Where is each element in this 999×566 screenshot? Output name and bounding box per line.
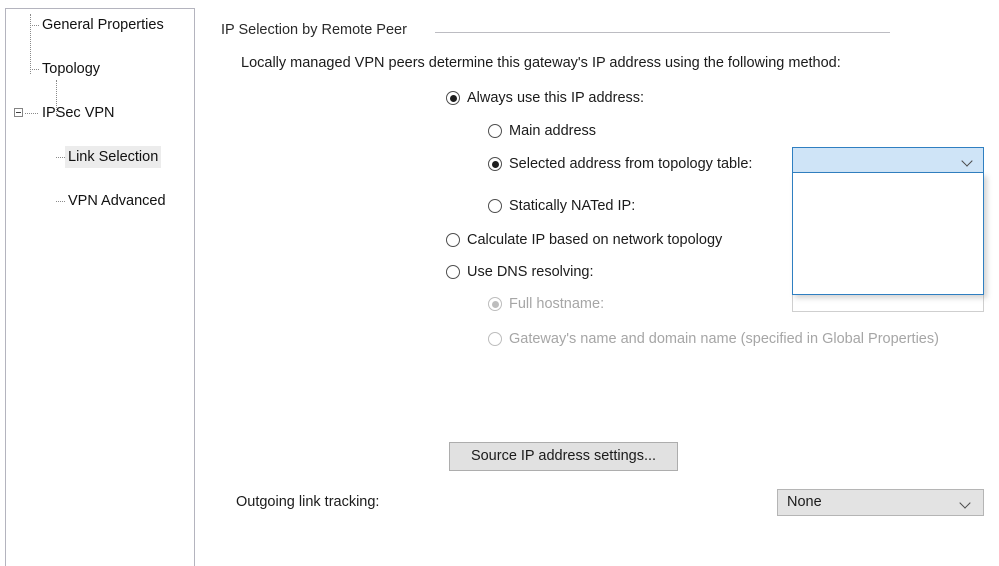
sidebar-item-label: VPN Advanced — [68, 193, 166, 209]
sidebar-item-ipsec-vpn[interactable]: IPSec VPN — [6, 102, 194, 124]
sidebar-item-topology[interactable]: Topology — [6, 58, 194, 80]
radio-indicator — [488, 199, 502, 213]
group-box-rule — [435, 32, 890, 33]
radio-label: Statically NATed IP: — [509, 198, 636, 214]
sidebar-item-label: Link Selection — [65, 146, 162, 168]
collapse-minus-icon[interactable] — [14, 108, 23, 117]
navigation-tree-panel[interactable]: General Properties Topology IPSec VPN Li… — [5, 8, 195, 566]
tree-guide-h — [30, 25, 39, 27]
chevron-down-icon — [961, 498, 972, 509]
radio-label: Main address — [509, 123, 597, 139]
group-box-title: IP Selection by Remote Peer — [221, 22, 415, 38]
radio-calculate-ip-based-on-network-topology[interactable]: Calculate IP based on network topology — [446, 230, 722, 250]
radio-label: Always use this IP address: — [467, 90, 645, 106]
sidebar-item-label: IPSec VPN — [42, 105, 115, 121]
radio-full-hostname: Full hostname: — [488, 294, 604, 314]
tree-guide-h — [25, 113, 38, 115]
sidebar-item-vpn-advanced[interactable]: VPN Advanced — [6, 190, 194, 212]
radio-indicator — [488, 157, 502, 171]
outgoing-link-tracking-value: None — [787, 494, 822, 510]
radio-indicator — [488, 332, 502, 346]
radio-use-dns-resolving[interactable]: Use DNS resolving: — [446, 262, 594, 282]
radio-indicator — [488, 297, 502, 311]
sidebar-item-link-selection[interactable]: Link Selection — [6, 146, 194, 168]
chevron-down-icon — [963, 156, 974, 167]
radio-label: Gateway's name and domain name (specifie… — [509, 331, 939, 347]
navigation-tree: General Properties Topology IPSec VPN Li… — [6, 9, 194, 209]
radio-indicator — [488, 124, 502, 138]
tree-guide-h — [56, 157, 65, 159]
topology-address-combobox[interactable] — [792, 147, 984, 173]
outgoing-link-tracking-label: Outgoing link tracking: — [236, 494, 380, 510]
radio-gateway-name-and-domain-name: Gateway's name and domain name (specifie… — [488, 329, 939, 349]
link-selection-settings-panel: IP Selection by Remote Peer Locally mana… — [196, 0, 999, 566]
radio-label: Calculate IP based on network topology — [467, 232, 723, 248]
radio-indicator — [446, 233, 460, 247]
radio-always-use-this-ip[interactable]: Always use this IP address: — [446, 88, 644, 108]
radio-label: Selected address from topology table: — [509, 156, 753, 172]
sidebar-item-label: General Properties — [42, 17, 164, 33]
radio-label: Full hostname: — [509, 296, 605, 312]
radio-selected-address-from-topology-table[interactable]: Selected address from topology table: — [488, 154, 752, 174]
outgoing-link-tracking-combobox[interactable]: None — [777, 489, 984, 516]
radio-label: Use DNS resolving: — [467, 264, 594, 280]
sidebar-item-general-properties[interactable]: General Properties — [6, 14, 194, 36]
tree-guide-h — [30, 69, 39, 71]
sidebar-item-label: Topology — [42, 61, 101, 77]
radio-main-address[interactable]: Main address — [488, 121, 596, 141]
topology-address-combobox-dropdown-list[interactable] — [792, 173, 984, 295]
tree-guide-h — [56, 201, 65, 203]
radio-statically-nated-ip[interactable]: Statically NATed IP: — [488, 196, 635, 216]
source-ip-address-settings-button[interactable]: Source IP address settings... — [449, 442, 678, 471]
radio-indicator — [446, 265, 460, 279]
radio-indicator — [446, 91, 460, 105]
group-description: Locally managed VPN peers determine this… — [241, 55, 841, 71]
